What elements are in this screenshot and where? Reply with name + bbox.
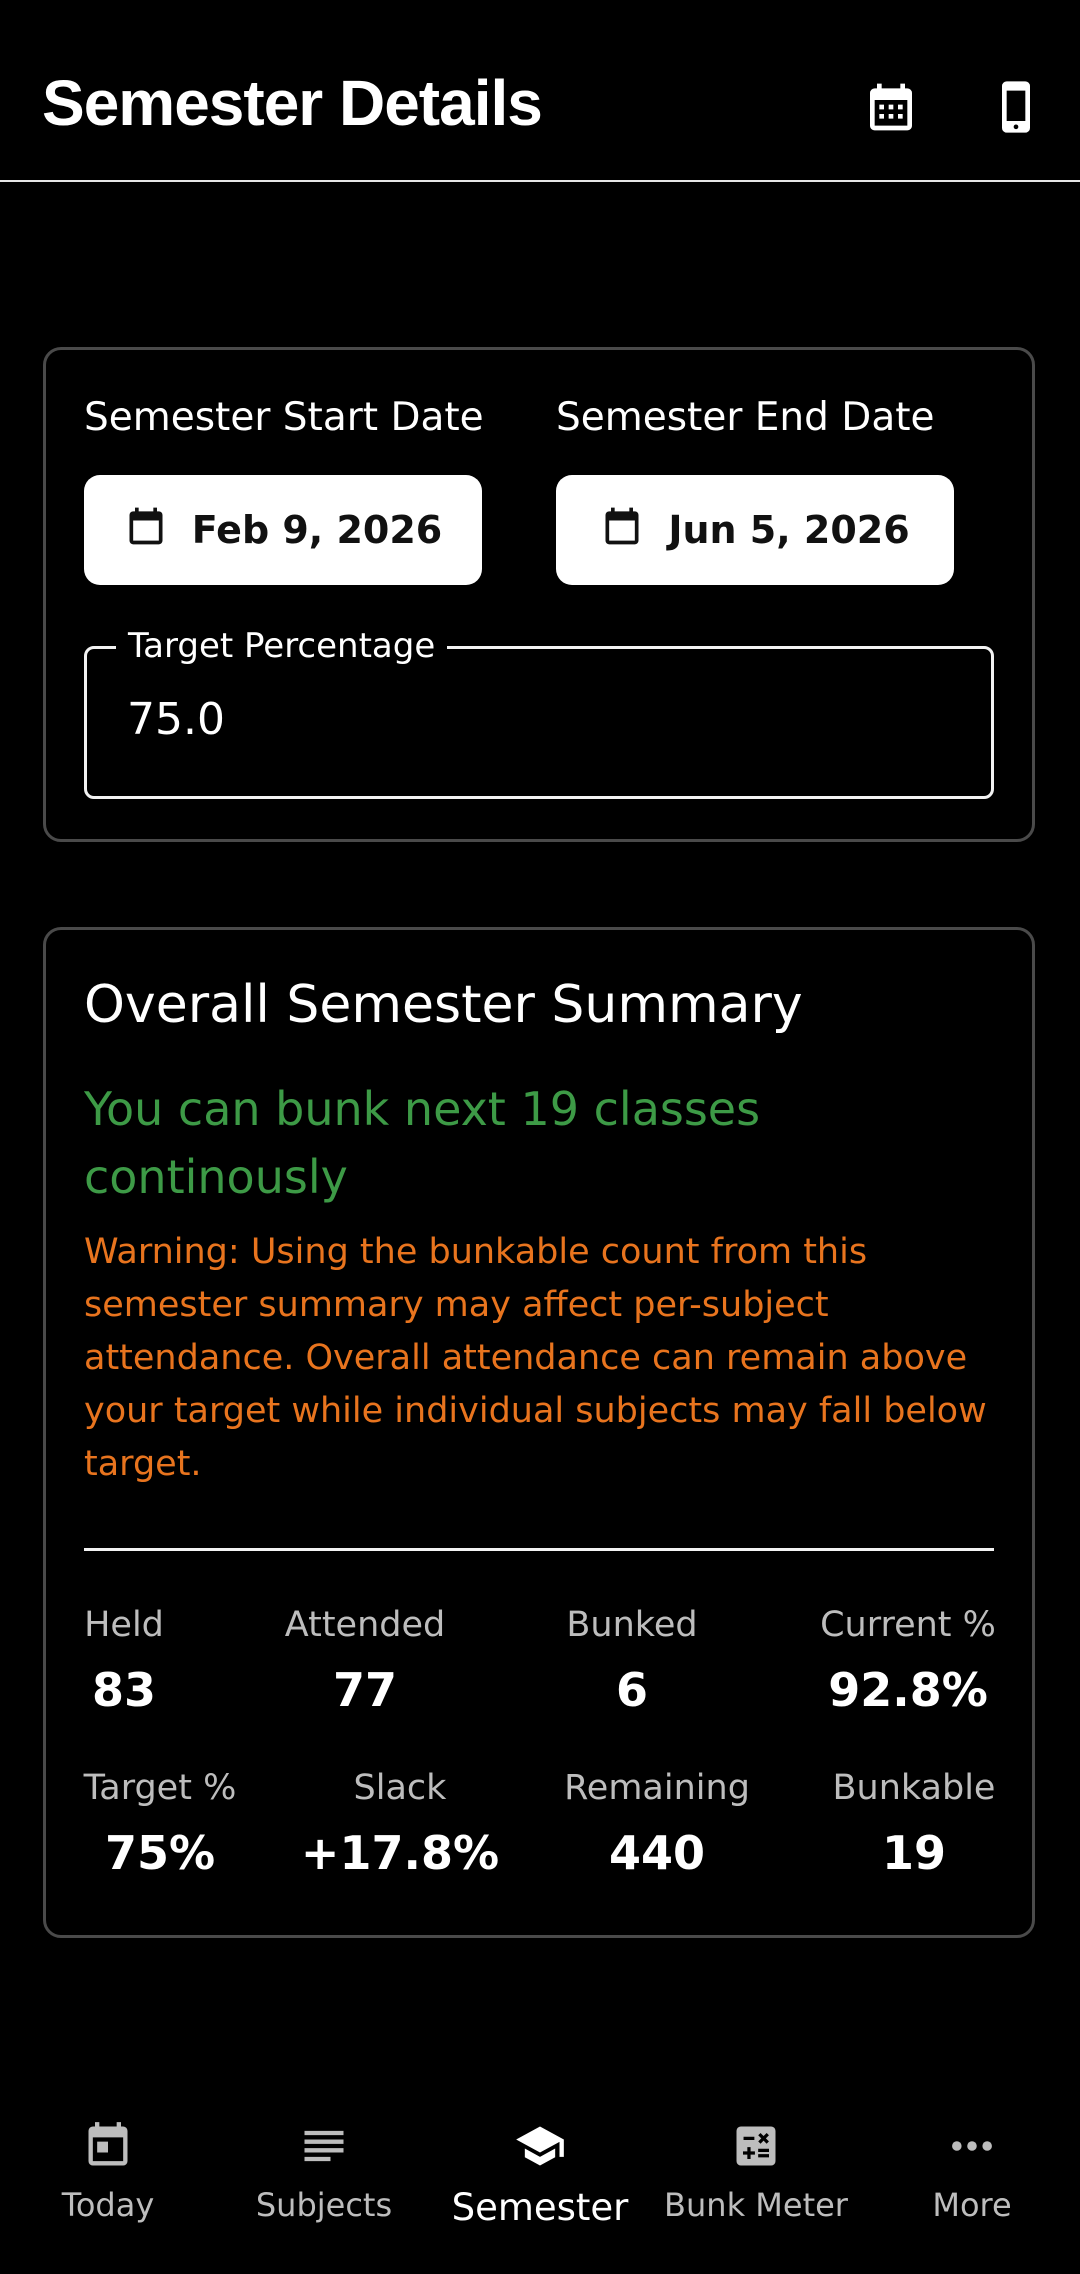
stat-target: Target % 75% [45,1768,275,1880]
nav-item-label: Semester [451,2186,629,2229]
phone-icon[interactable] [981,72,1051,142]
page-title: Semester Details [42,67,543,139]
start-date-button[interactable]: Feb 9, 2026 [84,475,482,585]
nav-item-label: More [932,2186,1012,2224]
stat-label: Held [84,1605,164,1645]
stat-value: 6 [615,1663,648,1717]
stat-bunked: Bunked 6 [517,1605,747,1717]
stat-slack: Slack +17.8% [285,1768,515,1880]
nav-item-semester[interactable]: Semester [432,2120,648,2229]
nav-item-subjects[interactable]: Subjects [216,2120,432,2224]
calendar-icon [600,504,644,557]
end-date-label: Semester End Date [556,395,935,440]
stat-current: Current % 92.8% [793,1605,1023,1717]
graduation-cap-icon [432,2120,648,2176]
more-icon [864,2120,1080,2176]
nav-item-label: Bunk Meter [664,2186,848,2224]
bunk-message: You can bunk next 19 classes continously [84,1082,761,1204]
stat-label: Bunkable [832,1768,996,1808]
stat-label: Attended [284,1605,446,1645]
today-icon [0,2120,216,2176]
stat-value: 92.8% [828,1663,988,1717]
stat-value: 19 [881,1826,946,1880]
stat-held: Held 83 [9,1605,239,1717]
stat-remaining: Remaining 440 [542,1768,772,1880]
nav-item-today[interactable]: Today [0,2120,216,2224]
calendar-icon[interactable] [856,72,926,142]
start-date-value: Feb 9, 2026 [191,508,443,552]
stat-attended: Attended 77 [250,1605,480,1717]
stat-value: 75% [104,1826,216,1880]
nav-item-label: Subjects [255,2186,393,2224]
calculator-icon [648,2120,864,2176]
stat-value: 77 [332,1663,397,1717]
stat-label: Target % [83,1768,237,1808]
stat-label: Slack [353,1768,447,1808]
calendar-icon [124,504,168,557]
nav-item-more[interactable]: More [864,2120,1080,2224]
app-bar: Semester Details [0,0,1080,182]
stat-bunkable: Bunkable 19 [799,1768,1029,1880]
stat-value: 440 [608,1826,706,1880]
target-percentage-label: Target Percentage [116,626,448,666]
divider [84,1548,994,1551]
stat-label: Bunked [566,1605,698,1645]
subjects-icon [216,2120,432,2176]
end-date-button[interactable]: Jun 5, 2026 [556,475,954,585]
target-percentage-input[interactable]: 75.0 [127,694,225,745]
stat-value: 83 [91,1663,156,1717]
nav-item-label: Today [61,2186,155,2224]
stat-label: Remaining [564,1768,750,1808]
stat-label: Current % [820,1605,996,1645]
summary-title: Overall Semester Summary [84,975,803,1035]
stat-value: +17.8% [300,1826,500,1880]
end-date-value: Jun 5, 2026 [668,508,910,552]
warning-text: Warning: Using the bunkable count from t… [84,1232,987,1484]
nav-item-bunk-meter[interactable]: Bunk Meter [648,2120,864,2224]
start-date-label: Semester Start Date [84,395,484,440]
